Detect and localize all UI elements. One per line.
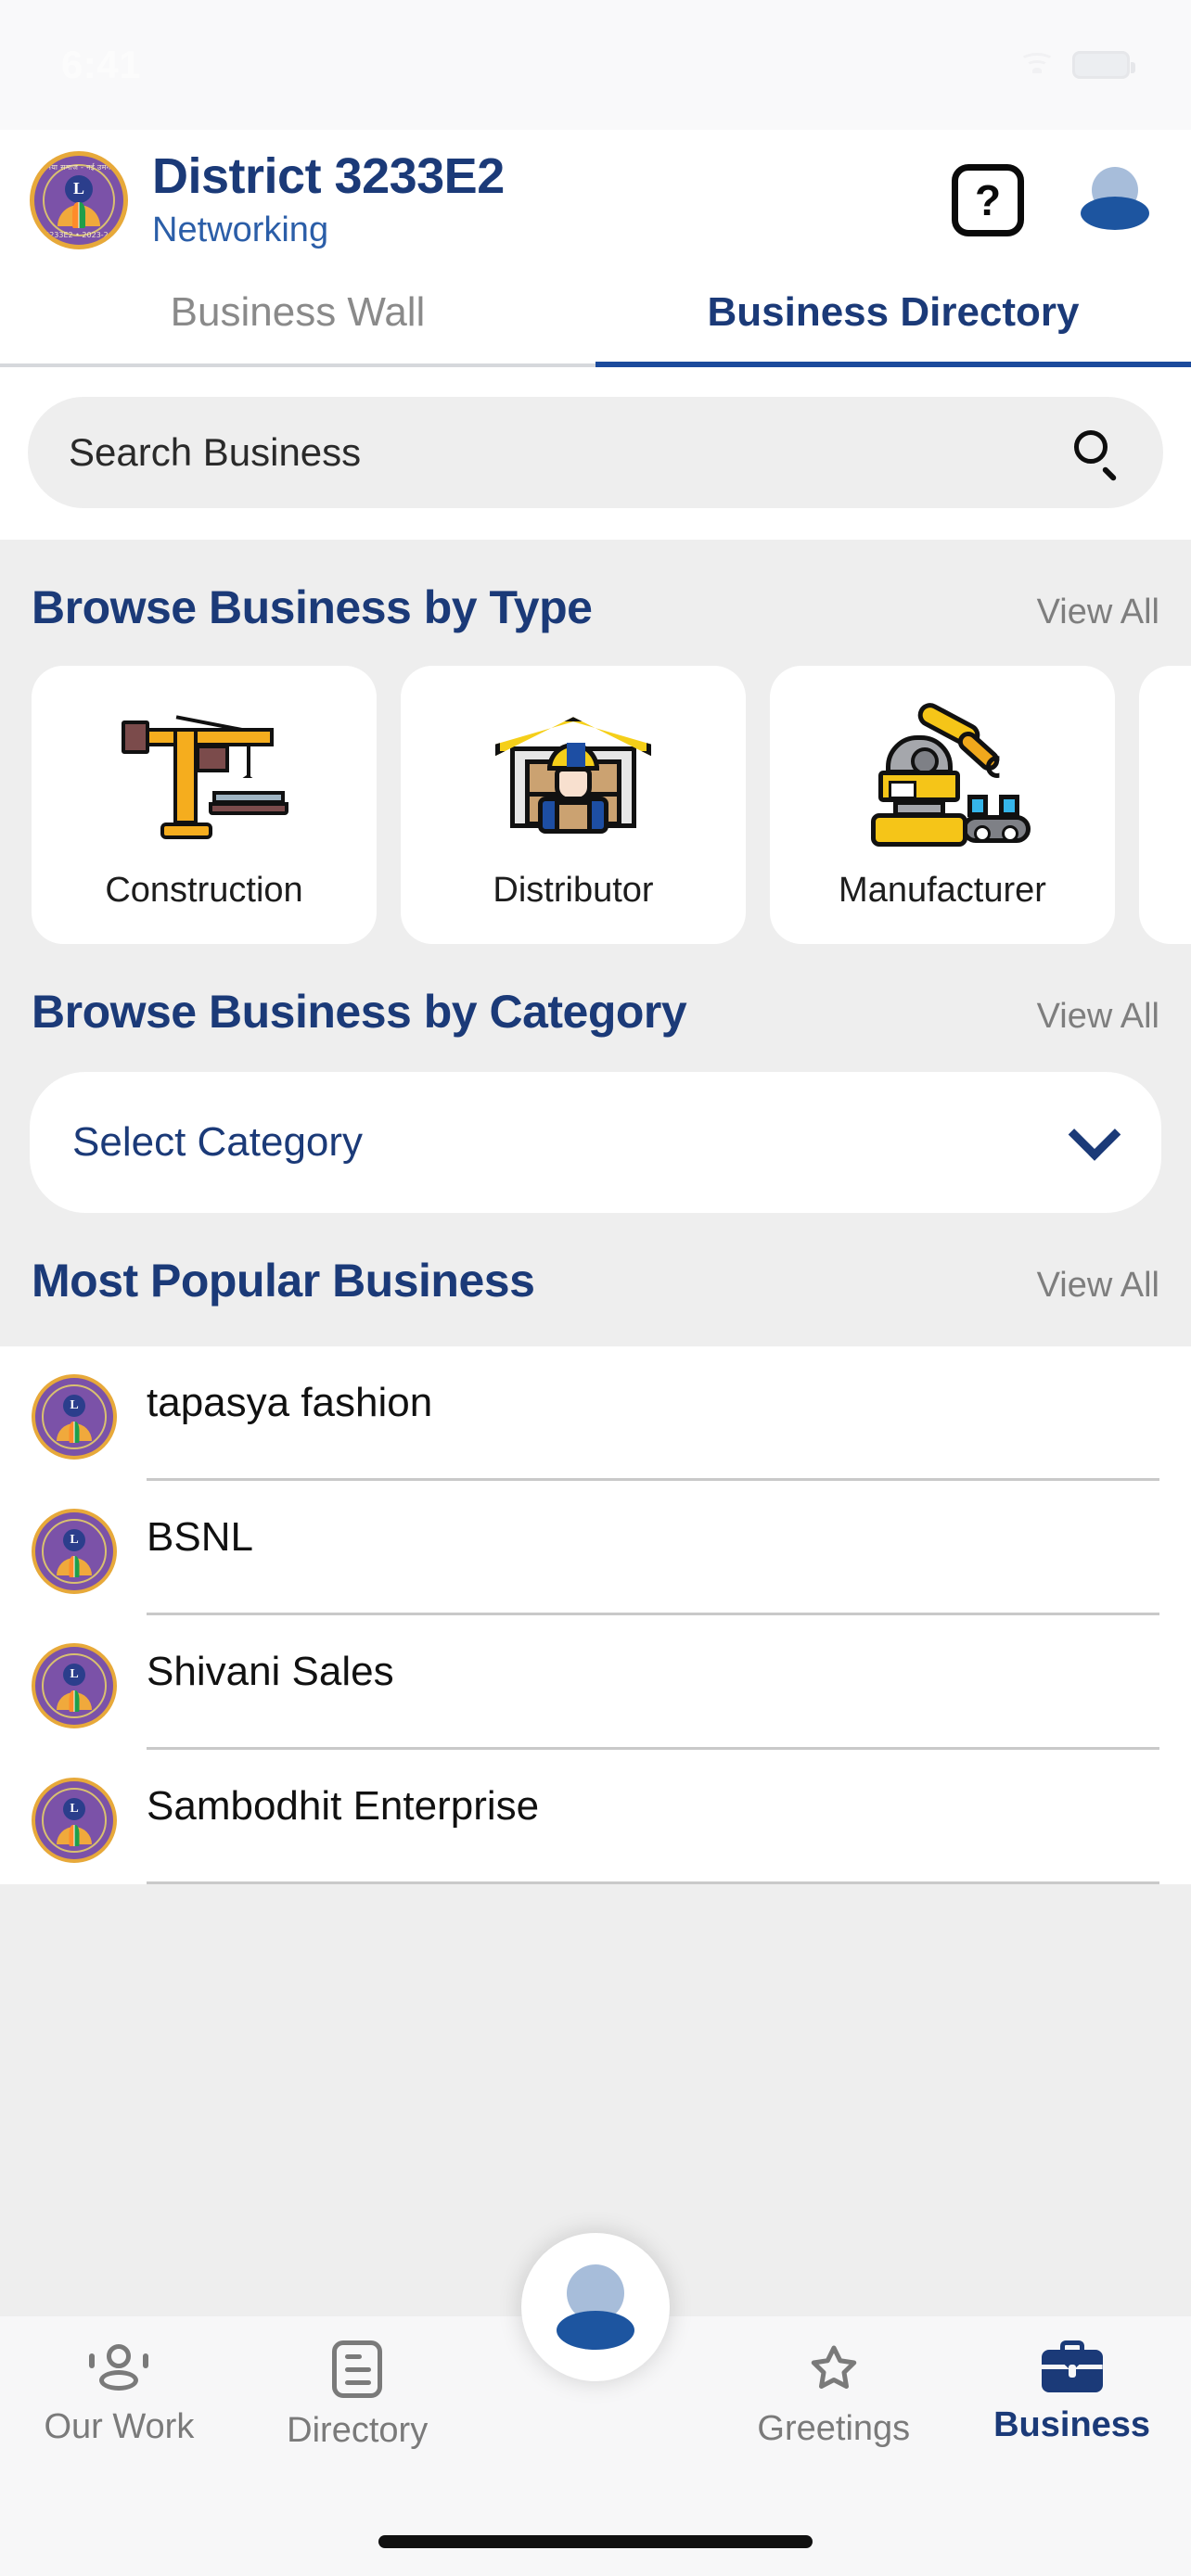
list-divider [147, 1612, 1159, 1615]
search-placeholder: Search Business [69, 429, 362, 474]
logo-bottom-text: 3233E2 • 2023-24 [45, 230, 113, 239]
section-title: Most Popular Business [32, 1254, 535, 1307]
tab-bar: Business Wall Business Directory [0, 266, 1191, 367]
crane-icon [111, 698, 297, 865]
status-indicators [1018, 51, 1135, 79]
category-dropdown-wrap: Select Category [0, 1039, 1191, 1213]
business-logo-icon: L [32, 1508, 117, 1594]
business-logo-icon: L [32, 1373, 117, 1460]
list-item[interactable]: L tapasya fashion [0, 1346, 1191, 1481]
business-name: Sambodhit Enterprise [147, 1782, 540, 1829]
warehouse-worker-icon [480, 698, 666, 865]
app-screen: 6:41 नया समाज - नई उमंग L 3233E2 • 2023-… [0, 0, 1191, 2576]
category-select-value: Select Category [72, 1118, 364, 1165]
type-card-construction[interactable]: Construction [32, 665, 377, 944]
search-section: Search Business [0, 366, 1191, 540]
district-logo-icon: नया समाज - नई उमंग L 3233E2 • 2023-24 [30, 150, 128, 249]
nav-label: Greetings [757, 2409, 911, 2448]
type-card-distributor[interactable]: Distributor [401, 665, 746, 944]
logo-letter: L [65, 174, 93, 203]
section-title: Browse Business by Category [32, 985, 687, 1038]
business-name: tapasya fashion [147, 1379, 433, 1425]
view-all-popular[interactable]: View All [1037, 1266, 1159, 1306]
list-item[interactable]: L Shivani Sales [0, 1615, 1191, 1750]
type-card-label: Construction [105, 871, 303, 911]
status-bar: 6:41 [0, 0, 1191, 130]
tab-business-wall[interactable]: Business Wall [0, 267, 596, 363]
section-header-popular: Most Popular Business View All [0, 1213, 1191, 1307]
list-divider [147, 1881, 1159, 1884]
view-all-by-type[interactable]: View All [1037, 593, 1159, 632]
robot-arm-conveyor-icon [850, 698, 1035, 865]
wifi-icon [1018, 51, 1056, 79]
list-divider [147, 1477, 1159, 1481]
type-card-label: Distributor [493, 871, 654, 911]
section-header-by-category: Browse Business by Category View All [0, 944, 1191, 1039]
profile-avatar-icon[interactable] [1076, 161, 1154, 239]
profile-fab-button[interactable] [521, 2233, 670, 2381]
search-input[interactable]: Search Business [28, 396, 1163, 508]
home-indicator [378, 2535, 813, 2548]
tab-business-directory[interactable]: Business Directory [596, 267, 1191, 367]
people-icon [89, 2340, 149, 2394]
nav-label: Our Work [44, 2407, 195, 2446]
search-icon[interactable] [1072, 428, 1121, 482]
list-item[interactable]: L Sambodhit Enterprise [0, 1750, 1191, 1884]
page-subtitle: Networking [152, 210, 329, 249]
nav-item-directory[interactable]: Directory [238, 2340, 477, 2451]
section-title: Browse Business by Type [32, 580, 593, 633]
logo-top-text: नया समाज - नई उमंग [46, 162, 111, 172]
business-type-carousel[interactable]: Construction Distributor Manufacturer [0, 634, 1191, 944]
section-header-by-type: Browse Business by Type View All [0, 540, 1191, 634]
battery-icon [1072, 51, 1135, 79]
popular-business-list: L tapasya fashion L BSNL L Shivani Sales… [0, 1345, 1191, 1884]
list-item[interactable]: L BSNL [0, 1481, 1191, 1615]
business-name: Shivani Sales [147, 1648, 394, 1694]
app-header: नया समाज - नई उमंग L 3233E2 • 2023-24 Di… [0, 130, 1191, 267]
view-all-by-category[interactable]: View All [1037, 997, 1159, 1037]
header-title-block: District 3233E2 Networking [152, 150, 928, 250]
business-logo-icon: L [32, 1642, 117, 1728]
business-logo-icon: L [32, 1777, 117, 1863]
help-button[interactable]: ? [952, 163, 1024, 236]
star-icon [804, 2340, 864, 2396]
nav-label: Business [993, 2405, 1151, 2444]
nav-item-business[interactable]: Business [953, 2340, 1191, 2445]
page-title: District 3233E2 [152, 148, 505, 204]
question-mark-icon: ? [974, 175, 1002, 224]
briefcase-icon [1041, 2340, 1103, 2392]
type-card-label: Manufacturer [839, 871, 1046, 911]
nav-label: Directory [287, 2411, 429, 2450]
type-card-next-partial[interactable] [1139, 665, 1191, 944]
list-divider [147, 1746, 1159, 1750]
nav-item-greetings[interactable]: Greetings [714, 2340, 953, 2449]
document-icon [332, 2340, 383, 2398]
chevron-down-icon[interactable] [1068, 1107, 1121, 1161]
business-name: BSNL [147, 1513, 253, 1560]
category-select[interactable]: Select Category [30, 1071, 1161, 1213]
status-time: 6:41 [61, 43, 142, 86]
type-card-manufacturer[interactable]: Manufacturer [770, 665, 1115, 944]
nav-item-our-work[interactable]: Our Work [0, 2340, 238, 2447]
